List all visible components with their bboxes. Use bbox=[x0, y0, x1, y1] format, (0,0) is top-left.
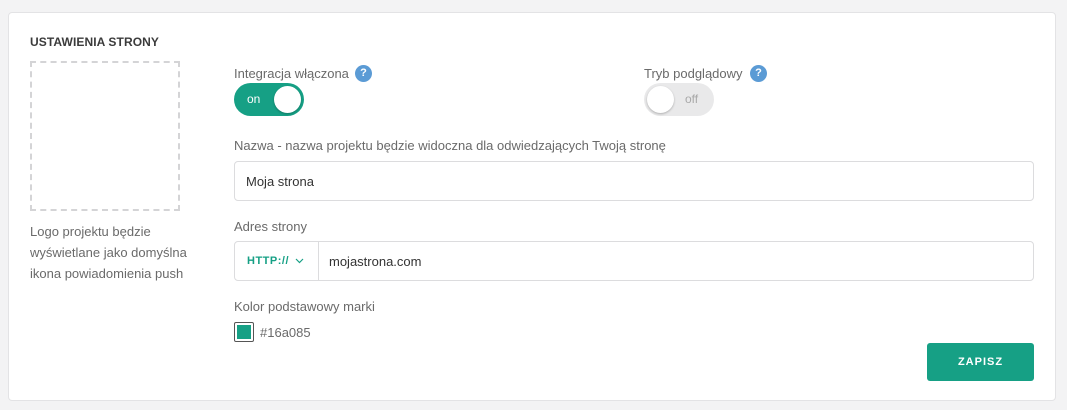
site-address-input[interactable] bbox=[319, 242, 1033, 280]
logo-upload-area[interactable] bbox=[30, 61, 180, 211]
section-title: USTAWIENIA STRONY bbox=[30, 35, 160, 49]
chevron-down-icon bbox=[295, 255, 304, 267]
logo-caption: Logo projektu będzie wyświetlane jako do… bbox=[30, 224, 187, 281]
toggle-knob bbox=[274, 86, 301, 113]
name-field-label: Nazwa - nazwa projektu będzie widoczna d… bbox=[234, 138, 666, 153]
address-field-group: HTTP:// bbox=[234, 241, 1034, 281]
brand-color-value: #16a085 bbox=[260, 325, 311, 340]
color-swatch[interactable] bbox=[234, 322, 254, 342]
address-field-label: Adres strony bbox=[234, 219, 307, 234]
color-swatch-fill bbox=[237, 325, 251, 339]
project-name-input[interactable] bbox=[234, 161, 1034, 201]
save-button[interactable]: ZAPISZ bbox=[927, 343, 1034, 381]
toggle-state-label: off bbox=[685, 92, 699, 106]
protocol-value: HTTP:// bbox=[247, 255, 289, 267]
toggle-knob bbox=[647, 86, 674, 113]
integration-label: Integracja włączona bbox=[234, 66, 349, 81]
brand-color-label: Kolor podstawowy marki bbox=[234, 299, 375, 314]
help-icon[interactable]: ? bbox=[355, 65, 372, 82]
integration-toggle[interactable]: on bbox=[234, 83, 304, 116]
toggle-state-label: on bbox=[247, 92, 261, 106]
preview-mode-toggle[interactable]: off bbox=[644, 83, 714, 116]
protocol-select[interactable]: HTTP:// bbox=[235, 242, 319, 280]
site-settings-card: USTAWIENIA STRONY Logo projektu będzie w… bbox=[8, 12, 1056, 401]
preview-mode-label: Tryb podglądowy bbox=[644, 66, 743, 81]
help-icon[interactable]: ? bbox=[750, 65, 767, 82]
